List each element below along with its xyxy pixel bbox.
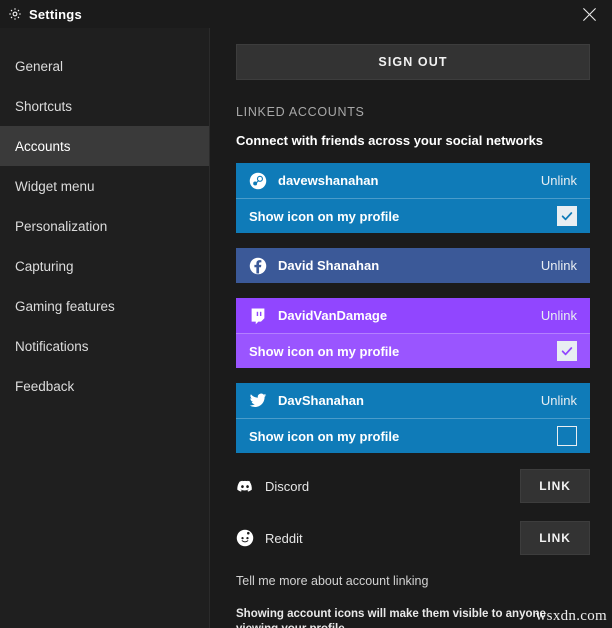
unlink-button-twitter[interactable]: Unlink [541,393,577,408]
sidebar-item-label: Widget menu [15,178,95,194]
account-row-steam[interactable]: davewshanahan Unlink [236,163,590,198]
sidebar-item-label: Shortcuts [15,98,73,114]
linked-accounts-heading: LINKED ACCOUNTS [236,105,365,119]
account-linking-help-link[interactable]: Tell me more about account linking [236,574,590,588]
sidebar-item-feedback[interactable]: Feedback [0,366,209,406]
linked-account-card-facebook: David Shanahan Unlink [236,248,590,283]
service-name: Discord [265,478,310,494]
linked-account-card-steam: davewshanahan Unlink Show icon on my profi… [236,163,590,233]
title-bar: Settings [0,0,612,28]
sidebar-item-notifications[interactable]: Notifications [0,326,209,366]
unlink-button-twitch[interactable]: Unlink [541,308,577,323]
account-username: David Shanahan [278,258,380,273]
unlinked-account-row-reddit: Reddit LINK [236,519,590,557]
facebook-icon [249,257,267,275]
sidebar-item-widget-menu[interactable]: Widget menu [0,166,209,206]
unlink-button-facebook[interactable]: Unlink [541,258,577,273]
account-username: DavShanahan [278,393,364,408]
sidebar-item-accounts[interactable]: Accounts [0,126,209,166]
sidebar-item-label: Capturing [15,258,74,274]
window-title: Settings [29,6,82,22]
show-icon-row-steam[interactable]: Show icon on my profile [236,198,590,233]
account-username: DavidVanDamage [278,308,388,323]
twitter-icon [249,392,267,410]
sidebar-item-shortcuts[interactable]: Shortcuts [0,86,209,126]
steam-icon [249,172,267,190]
show-icon-checkbox-twitter[interactable] [557,426,577,446]
show-icon-row-twitter[interactable]: Show icon on my profile [236,418,590,453]
sidebar-item-label: Notifications [15,338,89,354]
sidebar-item-label: Gaming features [15,298,115,314]
sign-out-button[interactable]: SIGN OUT [236,44,590,80]
sidebar-item-gaming-features[interactable]: Gaming features [0,286,209,326]
sidebar-item-personalization[interactable]: Personalization [0,206,209,246]
discord-icon [236,477,254,495]
sidebar-item-capturing[interactable]: Capturing [0,246,209,286]
show-icon-row-twitch[interactable]: Show icon on my profile [236,333,590,368]
unlink-button-steam[interactable]: Unlink [541,173,577,188]
account-row-twitter[interactable]: DavShanahan Unlink [236,383,590,418]
show-icon-label: Show icon on my profile [249,343,400,359]
sidebar-item-label: General [15,58,64,74]
reddit-icon [236,529,254,547]
settings-window: Settings General Shortcuts Accounts Widget … [0,0,612,628]
linked-accounts-list: davewshanahan Unlink Show icon on my profi… [236,163,590,453]
close-button[interactable] [566,0,612,28]
sidebar-item-label: Personalization [15,218,108,234]
sidebar: General Shortcuts Accounts Widget menu Perso… [0,28,210,628]
sidebar-item-label: Accounts [15,138,71,154]
account-row-twitch[interactable]: DavidVanDamage Unlink [236,298,590,333]
unlinked-account-row-discord: Discord LINK [236,467,590,505]
account-row-facebook[interactable]: David Shanahan Unlink [236,248,590,283]
show-icon-label: Show icon on my profile [249,428,400,444]
unlinked-accounts-list: Discord LINK Reddit LINK [236,467,590,557]
account-username: davewshanahan [278,173,379,188]
link-button-discord[interactable]: LINK [520,469,590,503]
watermark: wsxdn.com [535,608,607,624]
linked-accounts-subheading: Connect with friends across your social … [236,133,544,148]
close-icon [582,7,597,22]
linked-account-card-twitter: DavShanahan Unlink Show icon on my profile [236,383,590,453]
service-name: Reddit [265,530,303,546]
twitch-icon [249,307,267,325]
sidebar-item-general[interactable]: General [0,46,209,86]
linked-account-card-twitch: DavidVanDamage Unlink Show icon on my prof… [236,298,590,368]
sidebar-item-label: Feedback [15,378,75,394]
link-button-reddit[interactable]: LINK [520,521,590,555]
show-icon-checkbox-steam[interactable] [557,206,577,226]
main-content: SIGN OUT LINKED ACCOUNTS Connect with fr… [211,28,612,628]
show-icon-checkbox-twitch[interactable] [557,341,577,361]
show-icon-label: Show icon on my profile [249,208,400,224]
gear-icon [8,7,22,21]
